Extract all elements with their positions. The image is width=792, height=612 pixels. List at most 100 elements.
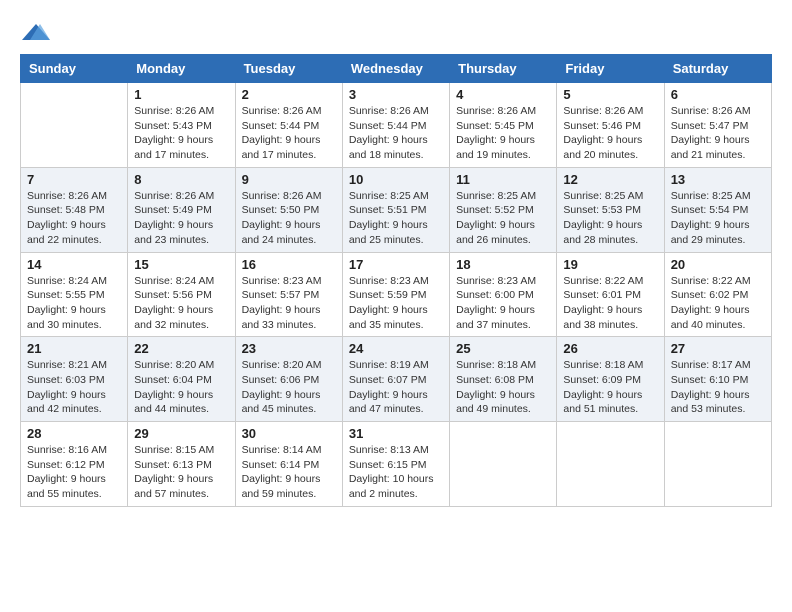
day-number: 2 bbox=[242, 87, 336, 102]
day-number: 22 bbox=[134, 341, 228, 356]
calendar-cell: 15 Sunrise: 8:24 AMSunset: 5:56 PMDayligh… bbox=[128, 252, 235, 337]
day-number: 24 bbox=[349, 341, 443, 356]
calendar-cell: 7 Sunrise: 8:26 AMSunset: 5:48 PMDaylight… bbox=[21, 167, 128, 252]
day-number: 29 bbox=[134, 426, 228, 441]
cell-content: Sunrise: 8:26 AMSunset: 5:47 PMDaylight:… bbox=[671, 104, 765, 163]
cell-content: Sunrise: 8:24 AMSunset: 5:55 PMDaylight:… bbox=[27, 274, 121, 333]
calendar-week-row: 7 Sunrise: 8:26 AMSunset: 5:48 PMDaylight… bbox=[21, 167, 772, 252]
cell-content: Sunrise: 8:14 AMSunset: 6:14 PMDaylight:… bbox=[242, 443, 336, 502]
calendar-cell: 23 Sunrise: 8:20 AMSunset: 6:06 PMDayligh… bbox=[235, 337, 342, 422]
calendar-cell: 16 Sunrise: 8:23 AMSunset: 5:57 PMDayligh… bbox=[235, 252, 342, 337]
day-number: 30 bbox=[242, 426, 336, 441]
cell-content: Sunrise: 8:22 AMSunset: 6:02 PMDaylight:… bbox=[671, 274, 765, 333]
cell-content: Sunrise: 8:26 AMSunset: 5:45 PMDaylight:… bbox=[456, 104, 550, 163]
calendar-cell: 25Sunrise: 8:18 AMSunset: 6:08 PMDayligh… bbox=[450, 337, 557, 422]
col-header-saturday: Saturday bbox=[664, 55, 771, 83]
calendar-header-row: SundayMondayTuesdayWednesdayThursdayFrid… bbox=[21, 55, 772, 83]
cell-content: Sunrise: 8:24 AMSunset: 5:56 PMDaylight:… bbox=[134, 274, 228, 333]
calendar-cell: 20 Sunrise: 8:22 AMSunset: 6:02 PMDayligh… bbox=[664, 252, 771, 337]
cell-content: Sunrise: 8:15 AMSunset: 6:13 PMDaylight:… bbox=[134, 443, 228, 502]
calendar-cell: 18Sunrise: 8:23 AMSunset: 6:00 PMDayligh… bbox=[450, 252, 557, 337]
cell-content: Sunrise: 8:21 AMSunset: 6:03 PMDaylight:… bbox=[27, 358, 121, 417]
cell-content: Sunrise: 8:19 AMSunset: 6:07 PMDaylight:… bbox=[349, 358, 443, 417]
page-header bbox=[20, 20, 772, 38]
cell-content: Sunrise: 8:25 AMSunset: 5:51 PMDaylight:… bbox=[349, 189, 443, 248]
cell-content: Sunrise: 8:18 AMSunset: 6:08 PMDaylight:… bbox=[456, 358, 550, 417]
day-number: 8 bbox=[134, 172, 228, 187]
day-number: 15 bbox=[134, 257, 228, 272]
day-number: 28 bbox=[27, 426, 121, 441]
calendar-cell: 5 Sunrise: 8:26 AMSunset: 5:46 PMDaylight… bbox=[557, 83, 664, 168]
day-number: 27 bbox=[671, 341, 765, 356]
cell-content: Sunrise: 8:23 AMSunset: 5:57 PMDaylight:… bbox=[242, 274, 336, 333]
day-number: 14 bbox=[27, 257, 121, 272]
cell-content: Sunrise: 8:23 AMSunset: 6:00 PMDaylight:… bbox=[456, 274, 550, 333]
calendar-cell: 31 Sunrise: 8:13 AMSunset: 6:15 PMDayligh… bbox=[342, 422, 449, 507]
cell-content: Sunrise: 8:13 AMSunset: 6:15 PMDaylight:… bbox=[349, 443, 443, 502]
day-number: 16 bbox=[242, 257, 336, 272]
calendar-cell: 29 Sunrise: 8:15 AMSunset: 6:13 PMDayligh… bbox=[128, 422, 235, 507]
calendar-cell bbox=[450, 422, 557, 507]
cell-content: Sunrise: 8:26 AMSunset: 5:50 PMDaylight:… bbox=[242, 189, 336, 248]
calendar-cell: 13 Sunrise: 8:25 AMSunset: 5:54 PMDayligh… bbox=[664, 167, 771, 252]
cell-content: Sunrise: 8:25 AMSunset: 5:54 PMDaylight:… bbox=[671, 189, 765, 248]
calendar-cell: 30 Sunrise: 8:14 AMSunset: 6:14 PMDayligh… bbox=[235, 422, 342, 507]
calendar-table: SundayMondayTuesdayWednesdayThursdayFrid… bbox=[20, 54, 772, 507]
calendar-week-row: 21 Sunrise: 8:21 AMSunset: 6:03 PMDayligh… bbox=[21, 337, 772, 422]
day-number: 5 bbox=[563, 87, 657, 102]
calendar-cell: 1 Sunrise: 8:26 AMSunset: 5:43 PMDaylight… bbox=[128, 83, 235, 168]
col-header-friday: Friday bbox=[557, 55, 664, 83]
cell-content: Sunrise: 8:26 AMSunset: 5:44 PMDaylight:… bbox=[242, 104, 336, 163]
cell-content: Sunrise: 8:20 AMSunset: 6:06 PMDaylight:… bbox=[242, 358, 336, 417]
day-number: 12 bbox=[563, 172, 657, 187]
col-header-wednesday: Wednesday bbox=[342, 55, 449, 83]
cell-content: Sunrise: 8:26 AMSunset: 5:49 PMDaylight:… bbox=[134, 189, 228, 248]
cell-content: Sunrise: 8:17 AMSunset: 6:10 PMDaylight:… bbox=[671, 358, 765, 417]
cell-content: Sunrise: 8:26 AMSunset: 5:48 PMDaylight:… bbox=[27, 189, 121, 248]
calendar-cell: 17Sunrise: 8:23 AMSunset: 5:59 PMDayligh… bbox=[342, 252, 449, 337]
day-number: 23 bbox=[242, 341, 336, 356]
calendar-cell: 3Sunrise: 8:26 AMSunset: 5:44 PMDaylight… bbox=[342, 83, 449, 168]
day-number: 19 bbox=[563, 257, 657, 272]
calendar-cell: 21 Sunrise: 8:21 AMSunset: 6:03 PMDayligh… bbox=[21, 337, 128, 422]
calendar-cell: 6 Sunrise: 8:26 AMSunset: 5:47 PMDaylight… bbox=[664, 83, 771, 168]
calendar-week-row: 28Sunrise: 8:16 AMSunset: 6:12 PMDayligh… bbox=[21, 422, 772, 507]
day-number: 10 bbox=[349, 172, 443, 187]
cell-content: Sunrise: 8:18 AMSunset: 6:09 PMDaylight:… bbox=[563, 358, 657, 417]
calendar-cell: 14 Sunrise: 8:24 AMSunset: 5:55 PMDayligh… bbox=[21, 252, 128, 337]
calendar-cell bbox=[557, 422, 664, 507]
calendar-cell: 24 Sunrise: 8:19 AMSunset: 6:07 PMDayligh… bbox=[342, 337, 449, 422]
calendar-cell: 26 Sunrise: 8:18 AMSunset: 6:09 PMDayligh… bbox=[557, 337, 664, 422]
day-number: 6 bbox=[671, 87, 765, 102]
day-number: 7 bbox=[27, 172, 121, 187]
day-number: 26 bbox=[563, 341, 657, 356]
cell-content: Sunrise: 8:25 AMSunset: 5:53 PMDaylight:… bbox=[563, 189, 657, 248]
calendar-week-row: 1 Sunrise: 8:26 AMSunset: 5:43 PMDaylight… bbox=[21, 83, 772, 168]
col-header-thursday: Thursday bbox=[450, 55, 557, 83]
cell-content: Sunrise: 8:26 AMSunset: 5:44 PMDaylight:… bbox=[349, 104, 443, 163]
calendar-cell: 4 Sunrise: 8:26 AMSunset: 5:45 PMDaylight… bbox=[450, 83, 557, 168]
calendar-cell: 19Sunrise: 8:22 AMSunset: 6:01 PMDayligh… bbox=[557, 252, 664, 337]
day-number: 21 bbox=[27, 341, 121, 356]
day-number: 13 bbox=[671, 172, 765, 187]
calendar-cell: 9 Sunrise: 8:26 AMSunset: 5:50 PMDaylight… bbox=[235, 167, 342, 252]
calendar-cell bbox=[664, 422, 771, 507]
cell-content: Sunrise: 8:26 AMSunset: 5:43 PMDaylight:… bbox=[134, 104, 228, 163]
day-number: 1 bbox=[134, 87, 228, 102]
col-header-monday: Monday bbox=[128, 55, 235, 83]
calendar-cell: 27 Sunrise: 8:17 AMSunset: 6:10 PMDayligh… bbox=[664, 337, 771, 422]
cell-content: Sunrise: 8:25 AMSunset: 5:52 PMDaylight:… bbox=[456, 189, 550, 248]
cell-content: Sunrise: 8:26 AMSunset: 5:46 PMDaylight:… bbox=[563, 104, 657, 163]
day-number: 20 bbox=[671, 257, 765, 272]
calendar-cell: 11 Sunrise: 8:25 AMSunset: 5:52 PMDayligh… bbox=[450, 167, 557, 252]
calendar-cell: 12 Sunrise: 8:25 AMSunset: 5:53 PMDayligh… bbox=[557, 167, 664, 252]
cell-content: Sunrise: 8:20 AMSunset: 6:04 PMDaylight:… bbox=[134, 358, 228, 417]
col-header-tuesday: Tuesday bbox=[235, 55, 342, 83]
day-number: 9 bbox=[242, 172, 336, 187]
day-number: 17 bbox=[349, 257, 443, 272]
calendar-cell: 8 Sunrise: 8:26 AMSunset: 5:49 PMDaylight… bbox=[128, 167, 235, 252]
day-number: 11 bbox=[456, 172, 550, 187]
day-number: 4 bbox=[456, 87, 550, 102]
logo-icon bbox=[22, 22, 50, 42]
day-number: 31 bbox=[349, 426, 443, 441]
